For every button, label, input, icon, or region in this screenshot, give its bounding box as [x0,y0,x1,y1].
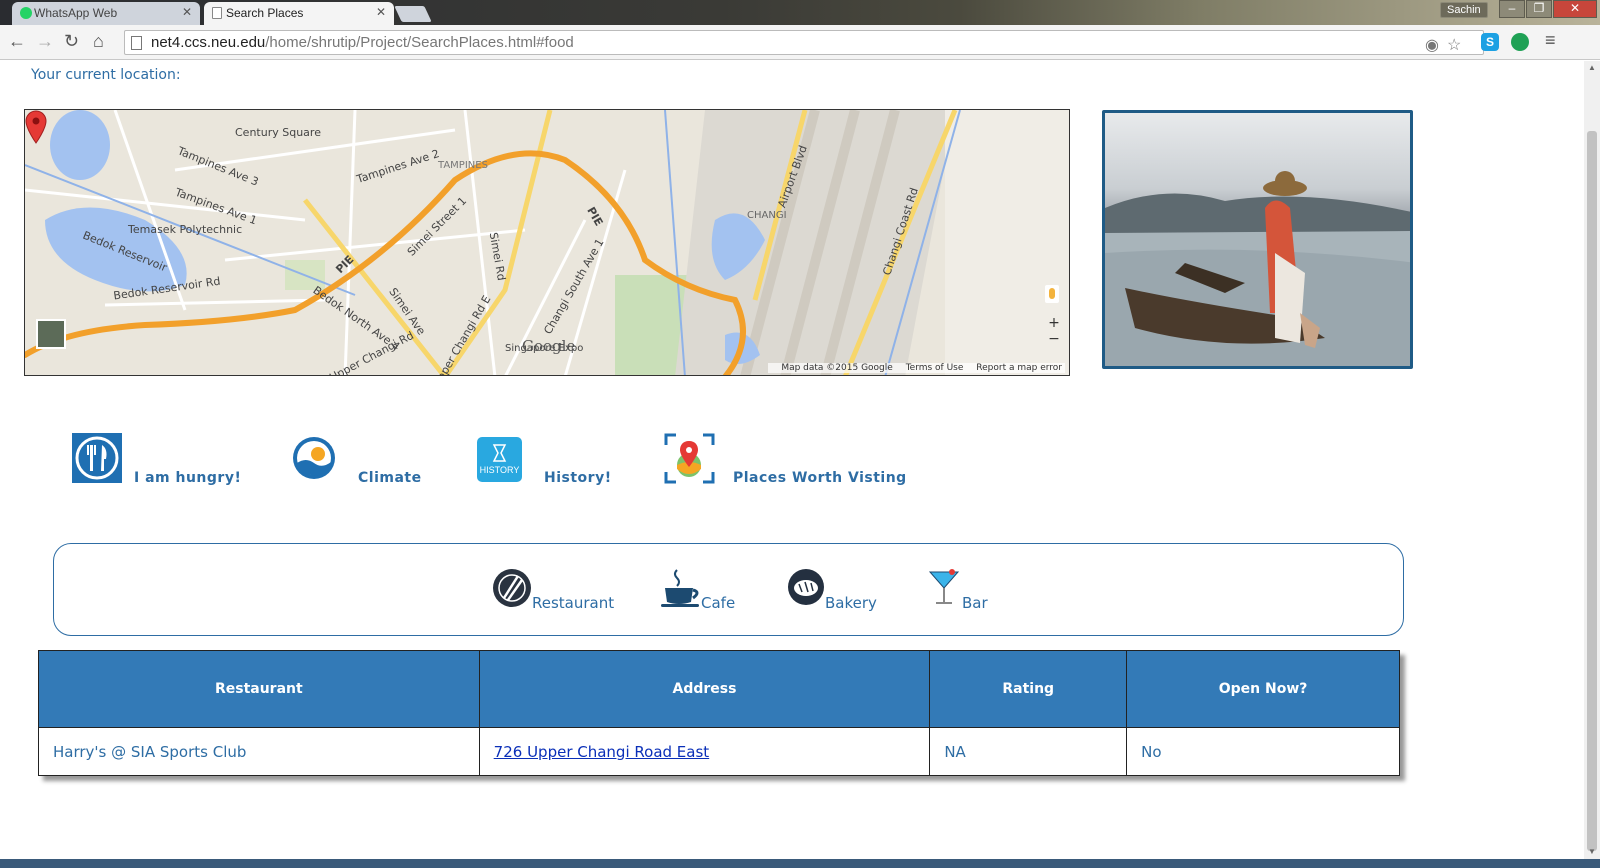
map-label-century-square: Century Square [235,126,321,139]
coffee-cup-icon [661,569,699,607]
url-host: net4.ccs.neu.edu [151,34,266,51]
rating-value: NA [929,727,1128,776]
category-climate[interactable] [291,435,337,485]
os-taskbar [0,859,1600,868]
location-marker-icon[interactable] [25,110,47,144]
subcategory-label[interactable]: Bakery [825,594,877,612]
subcategory-cafe[interactable]: Cafe [661,568,735,612]
history-icon [477,437,522,482]
column-header-open-now: Open Now? [1126,650,1400,728]
scroll-up-arrow-icon[interactable]: ▲ [1588,63,1596,72]
photo-graphic [1105,171,1410,366]
extension-icon[interactable] [1511,33,1529,51]
table-header-row: Restaurant Address Rating Open Now? [38,650,1400,728]
restaurant-name: Harry's @ SIA Sports Club [38,727,480,776]
minimize-button[interactable]: – [1499,0,1525,18]
map-label-temasek-polytechnic: Temasek Polytechnic [128,223,243,236]
subcategory-restaurant[interactable]: Restaurant [492,568,614,612]
reload-icon[interactable]: ↻ [64,31,79,52]
subcategory-bar[interactable]: Bar [928,568,988,612]
street-view-pegman-icon[interactable] [1045,285,1059,303]
location-photo [1102,110,1413,369]
category-places[interactable] [664,433,715,488]
category-history[interactable]: HISTORY [477,437,522,486]
page-content: Your current location: Century Square Ta… [0,61,1584,859]
map-zoom-controls: + − [1045,315,1063,347]
address-cell: 726 Upper Changi Road East [478,727,931,776]
zoom-in-button[interactable]: + [1045,315,1063,331]
browser-tab-strip: WhatsApp Web ✕ Search Places ✕ Sachin – … [0,0,1600,25]
current-location-label: Your current location: [31,67,181,83]
tab-whatsapp-web[interactable]: WhatsApp Web ✕ [12,2,200,25]
scrollbar-thumb[interactable] [1587,131,1597,851]
report-map-error-link[interactable]: Report a map error [976,363,1062,373]
close-tab-icon[interactable]: ✕ [182,5,192,19]
map-view[interactable]: Century Square Tampines Ave 2 TAMPINES T… [24,109,1070,376]
location-icon[interactable]: ◉ [1425,35,1439,55]
zoom-out-button[interactable]: − [1045,331,1063,347]
maximize-button[interactable]: ❐ [1526,0,1552,18]
map-credits: Map data ©2015 Google Terms of Use Repor… [768,363,1065,373]
map-data-credit: Map data ©2015 Google [781,363,893,373]
subcategory-label[interactable]: Restaurant [532,594,614,612]
category-label[interactable]: Places Worth Visting [733,470,907,486]
column-header-address: Address [478,650,931,728]
results-table: Restaurant Address Rating Open Now? Harr… [38,650,1400,776]
tab-title: WhatsApp Web [34,6,118,20]
history-icon-text: HISTORY [479,465,520,475]
scroll-down-arrow-icon[interactable]: ▼ [1588,847,1596,856]
column-header-restaurant: Restaurant [38,650,480,728]
table-row: Harry's @ SIA Sports Club 726 Upper Chan… [38,727,1400,776]
menu-icon[interactable]: ≡ [1545,30,1556,51]
climate-icon [293,437,335,479]
address-bar[interactable]: net4.ccs.neu.edu/home/shrutip/Project/Se… [124,30,1484,55]
back-icon[interactable]: ← [8,31,26,52]
address-link[interactable]: 726 Upper Changi Road East [494,743,710,761]
bread-icon [788,569,824,605]
places-map-pin-icon [664,433,715,484]
category-hungry[interactable] [72,433,122,487]
whatsapp-icon [20,7,32,19]
category-label[interactable]: I am hungry! [134,470,241,486]
google-logo: Google [522,337,576,355]
food-subcategory-panel: Restaurant Cafe Bakery Bar [53,543,1404,636]
home-icon[interactable]: ⌂ [93,31,104,52]
map-label-tampines: TAMPINES [438,160,488,171]
utensils-icon [72,433,122,483]
subcategory-label[interactable]: Bar [962,594,988,612]
browser-toolbar: ← → ↻ ⌂ net4.ccs.neu.edu/home/shrutip/Pr… [0,25,1600,60]
new-tab-button[interactable] [394,6,432,22]
map-label-changi: CHANGI [747,210,787,221]
bookmark-star-icon[interactable]: ☆ [1447,35,1461,55]
close-window-button[interactable]: ✕ [1553,0,1597,18]
subcategory-label[interactable]: Cafe [701,594,735,612]
satellite-toggle[interactable] [36,319,66,349]
close-tab-icon[interactable]: ✕ [376,5,386,19]
url-path: /home/shrutip/Project/SearchPlaces.html#… [265,34,574,51]
tab-title: Search Places [226,6,304,20]
page-icon [212,7,222,19]
forward-icon[interactable]: → [36,31,54,52]
open-now-value: No [1126,727,1400,776]
profile-button[interactable]: Sachin [1440,2,1488,18]
category-label[interactable]: History! [544,470,612,486]
page-scrollbar[interactable]: ▲ ▼ [1584,61,1600,859]
terms-of-use-link[interactable]: Terms of Use [906,363,964,373]
page-icon [131,36,142,50]
category-label[interactable]: Climate [358,470,422,486]
column-header-rating: Rating [929,650,1128,728]
restaurant-icon [493,569,531,607]
skype-extension-icon[interactable]: S [1481,33,1499,51]
subcategory-bakery[interactable]: Bakery [787,568,877,612]
cocktail-icon [928,569,960,604]
tab-search-places[interactable]: Search Places ✕ [204,2,394,25]
